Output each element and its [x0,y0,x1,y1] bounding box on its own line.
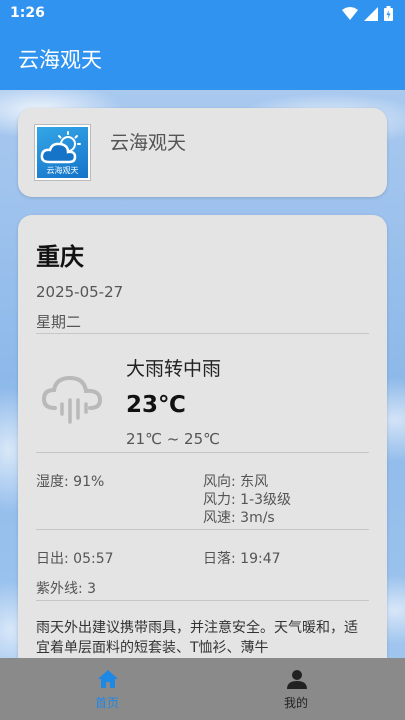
nav-home[interactable]: 首页 [6,658,208,720]
rain-cloud-icon [41,375,103,424]
wind-force: 风力: 1-3级级 [203,492,292,508]
humidity: 湿度: 91% [36,474,105,490]
person-icon [287,670,307,689]
current-temperature: 23℃ [126,392,186,418]
divider [36,452,369,453]
battery-icon [384,6,393,21]
signal-icon [364,6,378,21]
cloud-sun-icon [40,131,81,164]
date: 2025-05-27 [36,283,124,301]
home-icon [98,670,118,688]
uv-index: 紫外线: 3 [36,581,97,597]
weather-condition: 大雨转中雨 [126,358,222,380]
weather-advice: 雨天外出建议携带雨具，并注意安全。天气暖和，适宜着单层面料的短套装、T恤衫、薄牛 [36,620,358,656]
app-title: 云海观天 [18,48,102,72]
temperature-range: 21℃ ~ 25℃ [126,430,220,448]
divider [36,600,369,601]
city-name: 重庆 [36,243,84,271]
status-icons [342,6,393,21]
nav-home-label: 首页 [94,696,119,710]
wind-speed: 风速: 3m/s [203,510,275,526]
logo-caption: 云海观天 [46,166,79,175]
sunrise: 日出: 05:57 [36,551,114,567]
app-logo: 云海观天 [35,125,90,180]
logo-app-name: 云海观天 [110,132,187,154]
status-time: 1:26 [10,5,45,21]
status-bar: 1:26 [0,0,405,28]
wifi-icon [342,6,358,20]
weather-card: 重庆 2025-05-27 星期二 大雨转中雨 23℃ 21℃ ~ 25℃ 湿度… [18,215,387,675]
divider [36,333,369,334]
wind-direction: 风向: 东风 [203,474,269,490]
nav-mine-label: 我的 [283,696,308,710]
app-bar: 云海观天 [0,28,405,90]
nav-mine[interactable]: 我的 [195,658,397,720]
divider [36,529,369,530]
bottom-nav: 首页 我的 [0,658,405,720]
sunset: 日落: 19:47 [203,551,281,567]
logo-card: 云海观天 云海观天 [18,108,387,197]
weekday: 星期二 [36,313,82,331]
